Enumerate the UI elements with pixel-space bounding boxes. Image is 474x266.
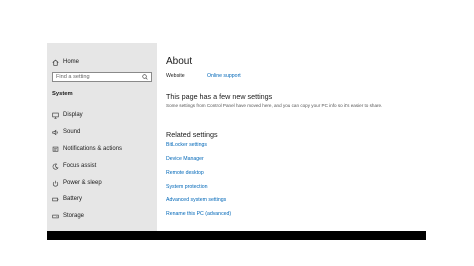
sidebar-item-label: Focus assist [63, 163, 97, 169]
related-settings-heading: Related settings [166, 130, 218, 139]
settings-window: Home Find a setting System Display Sound… [47, 43, 426, 231]
rename-pc-link[interactable]: Rename this PC (advanced) [166, 211, 231, 217]
display-icon [52, 112, 59, 119]
online-support-link[interactable]: Online support [207, 73, 241, 79]
sidebar-item-label: Display [63, 112, 83, 118]
search-placeholder: Find a setting [56, 74, 90, 80]
sidebar-item-label: Storage [63, 213, 85, 219]
notification-icon [52, 146, 59, 152]
system-protection-link[interactable]: System protection [166, 184, 208, 190]
sidebar-item-battery[interactable]: Battery [52, 194, 82, 204]
sidebar-item-power-sleep[interactable]: Power & sleep [52, 178, 102, 188]
new-settings-description: Some settings from Control Panel have mo… [166, 103, 383, 108]
speaker-icon [52, 129, 58, 135]
search-input[interactable]: Find a setting [52, 72, 152, 82]
page-title: About [166, 56, 193, 67]
search-icon [142, 74, 148, 80]
sidebar-item-home[interactable]: Home [52, 57, 79, 67]
sidebar-item-label: Home [63, 59, 80, 65]
remote-desktop-link[interactable]: Remote desktop [166, 170, 204, 176]
sidebar-item-sound[interactable]: Sound [52, 127, 80, 137]
main-content: About Website Online support This page h… [157, 43, 426, 231]
battery-icon [52, 197, 59, 201]
sidebar-item-label: Battery [63, 196, 83, 202]
sidebar-item-storage[interactable]: Storage [52, 211, 84, 221]
website-label: Website [166, 73, 185, 79]
sidebar-item-focus-assist[interactable]: Focus assist [52, 161, 96, 171]
sidebar: Home Find a setting System Display Sound… [47, 43, 157, 231]
moon-icon [52, 163, 59, 170]
sidebar-item-display[interactable]: Display [52, 110, 83, 120]
storage-icon [52, 214, 59, 218]
sidebar-item-label: Power & sleep [63, 180, 102, 186]
new-settings-heading: This page has a few new settings [166, 92, 273, 101]
power-icon [52, 180, 59, 187]
sidebar-item-label: Sound [63, 129, 81, 135]
sidebar-section-title: System [52, 91, 73, 97]
taskbar-edge [47, 231, 426, 240]
device-manager-link[interactable]: Device Manager [166, 156, 204, 162]
bitlocker-settings-link[interactable]: BitLocker settings [166, 142, 207, 148]
home-icon [52, 59, 59, 66]
sidebar-item-label: Notifications & actions [63, 146, 123, 152]
sidebar-item-notifications[interactable]: Notifications & actions [52, 144, 122, 154]
advanced-system-settings-link[interactable]: Advanced system settings [166, 197, 226, 203]
